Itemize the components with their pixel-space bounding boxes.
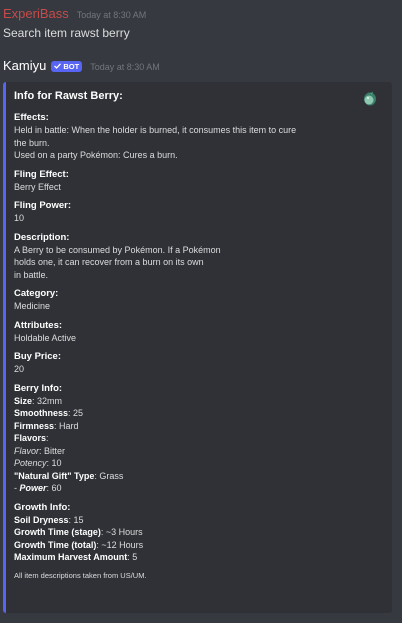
field-value: 20 [14, 364, 25, 374]
growth-time-stage: Growth Time (stage): ~3 Hours [14, 526, 324, 539]
message-experibass: ExperiBass Today at 8:30 AM Search item … [0, 6, 402, 40]
soil-dryness-label: Soil Dryness [14, 514, 69, 525]
field-berry-info: Berry Info: Size: 32mm Smoothness: 25 Fi… [14, 383, 324, 495]
pokemon-item-sprite-icon [361, 89, 379, 107]
max-harvest-label: Maximum Harvest Amount [14, 552, 128, 562]
field-description: Description: A Berry to be consumed by P… [14, 232, 324, 282]
field-name: Growth Info: [14, 501, 71, 513]
field-name: Buy Price: [14, 351, 61, 362]
size-value: : 32mm [32, 395, 63, 406]
field-effects: Effects: Held in battle: When the holder… [14, 112, 324, 162]
flavor-label: Flavor [14, 445, 40, 456]
bot-badge: BOT [51, 60, 83, 72]
field-name: Berry Info: [14, 382, 63, 394]
field-value: Medicine [14, 301, 51, 311]
username[interactable]: Kamiyu [3, 58, 46, 73]
embed-title: Info for Rawst Berry: [14, 90, 123, 102]
field-value: Held in battle: When the holder is burne… [14, 125, 297, 135]
field-name: Description: [14, 231, 70, 243]
berry-natural-gift-type: "Natural Gift" Type: Grass [14, 470, 324, 483]
field-name: Fling Power: [14, 200, 71, 211]
field-value: the burn. [14, 137, 50, 148]
field-value: holds one, it can recover from a burn on… [14, 257, 204, 267]
username[interactable]: ExperiBass [3, 6, 69, 21]
max-harvest-value: : 5 [127, 552, 138, 562]
field-name: Attributes: [14, 319, 63, 331]
potency-value: : 10 [46, 458, 62, 468]
bot-badge-label: BOT [63, 61, 80, 71]
field-name: Category: [14, 288, 59, 299]
firmness-value: : Hard [54, 420, 79, 431]
embed-body: Info for Rawst Berry: Effects: Held in b… [14, 90, 324, 580]
message-kamiyu: Kamiyu BOT Today at 8:30 AM [0, 58, 402, 78]
berry-flavors: Flavors: [14, 432, 324, 445]
power-value: : 60 [46, 483, 62, 493]
field-attributes: Attributes: Holdable Active [14, 320, 324, 345]
size-label: Size [14, 395, 33, 406]
growth-time-total: Growth Time (total): ~12 Hours [14, 539, 324, 552]
berry-smoothness: Smoothness: 25 [14, 407, 324, 420]
field-value: Holdable Active [14, 332, 77, 343]
field-value: 10 [14, 213, 25, 223]
field-value: Used on a party Pokémon: Cures a burn. [14, 150, 178, 160]
growth-stage-label: Growth Time (stage) [14, 527, 101, 537]
berry-firmness: Firmness: Hard [14, 420, 324, 433]
field-value: A Berry to be consumed by Pokémon. If a … [14, 244, 221, 255]
field-buy-price: Buy Price: 20 [14, 351, 324, 376]
flavor-value: : Bitter [39, 445, 66, 456]
timestamp: Today at 8:30 AM [90, 62, 160, 72]
natural-gift-type-value: : Grass [94, 470, 124, 481]
smoothness-label: Smoothness [14, 408, 69, 418]
flavors-colon: : [46, 433, 49, 443]
field-name: Fling Effect: [14, 168, 69, 180]
growth-soil-dryness: Soil Dryness: 15 [14, 514, 324, 527]
field-category: Category: Medicine [14, 288, 324, 313]
field-fling-effect: Fling Effect: Berry Effect [14, 169, 324, 194]
firmness-label: Firmness [14, 420, 55, 431]
berry-size: Size: 32mm [14, 395, 324, 408]
message-content: Search item rawst berry [3, 26, 130, 40]
berry-potency: Potency: 10 [14, 457, 324, 470]
embed-footer: All item descriptions taken from US/UM. [14, 570, 147, 580]
growth-total-value: : ~12 Hours [96, 539, 144, 550]
potency-label: Potency [14, 458, 47, 468]
item-info-embed: Info for Rawst Berry: Effects: Held in b… [3, 82, 392, 613]
berry-flavor: Flavor: Bitter [14, 445, 324, 458]
message-header: Kamiyu BOT Today at 8:30 AM [0, 58, 402, 78]
power-label: Power [19, 483, 47, 493]
soil-dryness-value: : 15 [68, 514, 84, 525]
message-header: ExperiBass Today at 8:30 AM [0, 6, 402, 26]
field-value: in battle. [14, 269, 49, 280]
berry-power: - Power: 60 [14, 482, 324, 495]
smoothness-value: : 25 [68, 408, 84, 418]
flavors-label: Flavors [14, 433, 47, 443]
growth-stage-value: : ~3 Hours [100, 527, 143, 537]
natural-gift-type-label: "Natural Gift" Type [14, 470, 95, 481]
field-name: Effects: [14, 112, 49, 123]
field-value: Berry Effect [14, 181, 61, 192]
verified-check-icon [54, 63, 62, 69]
field-growth-info: Growth Info: Soil Dryness: 15 Growth Tim… [14, 502, 324, 564]
field-fling-power: Fling Power: 10 [14, 200, 324, 225]
growth-total-label: Growth Time (total) [14, 539, 97, 550]
growth-max-harvest: Maximum Harvest Amount: 5 [14, 551, 324, 564]
timestamp: Today at 8:30 AM [76, 10, 147, 20]
